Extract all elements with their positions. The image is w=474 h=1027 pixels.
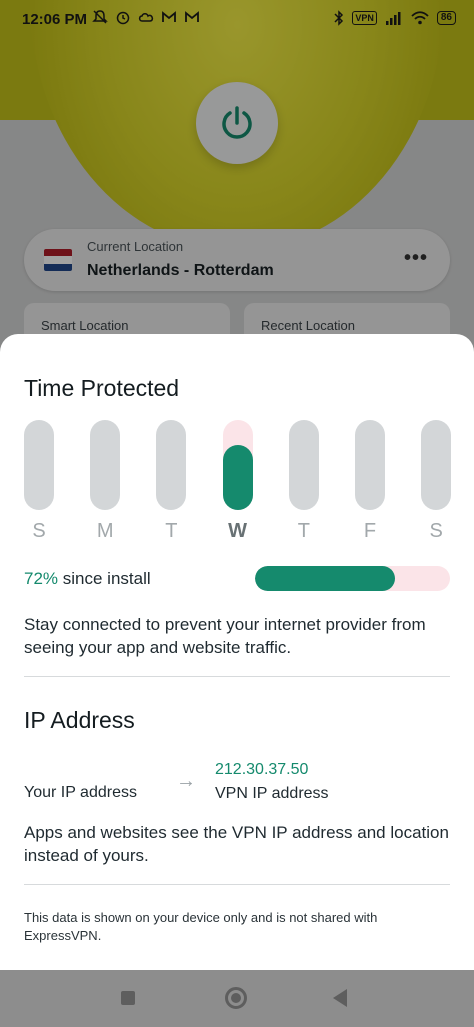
day-bar [421,420,452,510]
gmail-icon [185,11,199,22]
protected-percent: 72% [24,569,59,588]
back-button[interactable] [333,989,347,1007]
gmail-icon [162,11,176,22]
status-time: 12:06 PM [22,11,88,28]
day-bar [24,420,54,510]
signal-icon [385,12,401,25]
ip-address-title: IP Address [24,707,135,733]
since-install-text: 72% since install [24,569,151,589]
battery-indicator: 86 [436,11,456,25]
time-protected-sheet: Time Protected S M T W T F S 72% since install… [0,334,474,970]
day-bar [355,420,385,510]
protected-progress-fill [255,566,396,591]
day-label: S [429,520,443,542]
day-label: T [165,520,178,542]
cloud-icon [138,13,154,22]
ip-message: Apps and websites see the VPN IP address… [24,823,449,865]
recent-apps-button[interactable] [121,991,135,1005]
alarm-icon [116,11,130,25]
day-bar-fill [222,445,253,510]
day-bar [156,420,187,510]
status-bar: 12:06 PM VPN 86 [0,0,474,40]
protected-progress-bar [255,566,450,591]
weekly-bars [24,420,452,510]
section-divider [24,676,450,677]
vpn-ip-value: 212.30.37.50 [215,761,309,778]
protect-message: Stay connected to prevent your internet … [24,615,426,657]
vpn-status-badge: VPN [352,11,377,25]
bluetooth-icon [334,10,344,26]
day-label: F [363,520,377,542]
day-bar [222,420,253,510]
day-label: W [228,520,248,542]
day-label: S [32,520,46,542]
arrow-right-icon: → [176,770,196,792]
day-bar [288,420,319,510]
system-icons: VPN 86 [334,10,456,26]
mute-icon [92,10,108,24]
day-label: M [96,520,114,542]
day-bar [90,420,121,510]
vpn-ip-label: VPN IP address [215,785,329,802]
system-nav-bar [0,970,474,1027]
section-divider [24,884,450,885]
privacy-footnote: This data is shown on your device only a… [24,910,378,943]
notification-icons [92,9,200,25]
since-install-label: since install [58,569,151,588]
home-button[interactable] [225,987,247,1009]
day-label: T [297,520,310,542]
time-protected-title: Time Protected [24,375,180,401]
your-ip-label: Your IP address [24,784,137,801]
wifi-icon [411,11,429,25]
